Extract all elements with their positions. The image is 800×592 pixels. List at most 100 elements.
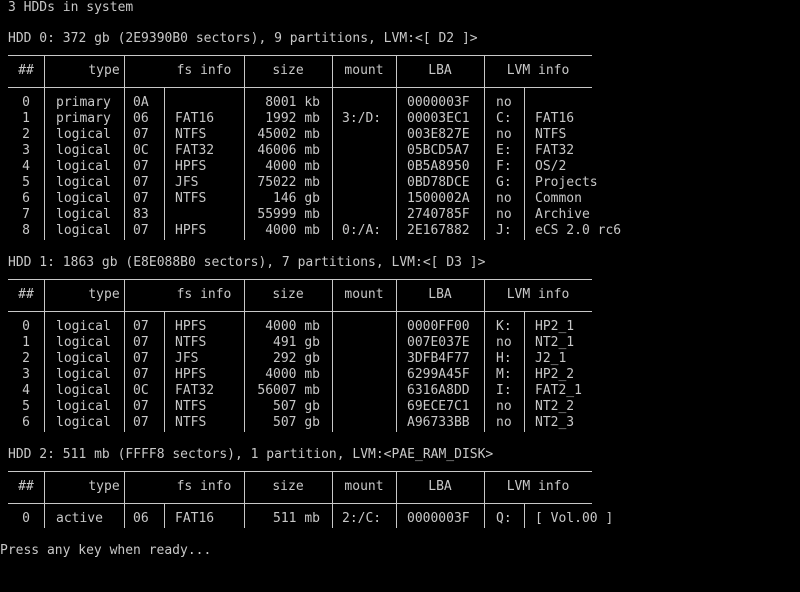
partition-num-cell: 7: [22, 207, 30, 222]
partition-mount-cell: [342, 399, 394, 415]
partition-fs-cell: FAT16: [175, 511, 215, 526]
column-header: LBA: [428, 287, 452, 302]
table-header-border: [8, 503, 592, 504]
partition-code-cell: 07: [133, 351, 149, 366]
column-divider: [524, 88, 525, 240]
column-header: size: [272, 63, 304, 78]
partition-mount-cell: [342, 207, 394, 223]
partition-lvm-cell: [535, 95, 645, 111]
column-header: type: [88, 479, 120, 494]
partition-code-cell: 07: [133, 191, 149, 206]
column-divider: [124, 55, 125, 240]
column-header: size: [272, 287, 304, 302]
partition-fs-cell: FAT32: [175, 383, 215, 398]
partition-fs-cell: HPFS: [175, 223, 207, 238]
column-divider: [396, 55, 397, 240]
partition-lba-cell: 0B5A8950: [407, 159, 470, 174]
partition-lba-cell: 00003EC1: [407, 111, 470, 126]
partition-num-cell: 3: [22, 143, 30, 158]
partition-code-cell: 07: [133, 175, 149, 190]
boot-screen: 3 HDDs in system HDD 0: 372 gb (2E9390B0…: [0, 0, 800, 592]
partition-mount-cell: 2:/C:: [342, 511, 382, 526]
column-divider: [332, 55, 333, 240]
partition-lvm-cell: Common: [535, 191, 582, 206]
partition-size-cell: 146 gb: [273, 191, 320, 206]
press-key-prompt[interactable]: Press any key when ready...: [0, 543, 211, 559]
column-header: fs info: [176, 479, 232, 494]
partition-lba-cell: 0000003F: [407, 95, 470, 110]
partition-lvm-cell: FAT16: [535, 111, 575, 126]
column-header: fs info: [176, 287, 232, 302]
column-header: size: [272, 479, 304, 494]
partition-lvm-cell: NT2_1: [535, 335, 575, 350]
column-header: mount: [344, 63, 384, 78]
partition-fs-cell: HPFS: [175, 159, 207, 174]
partition-lvm-cell: J2_1: [535, 351, 567, 366]
partition-code-cell: 07: [133, 319, 149, 334]
column-header: mount: [344, 287, 384, 302]
column-header: LBA: [428, 479, 452, 494]
partition-lba-cell: 2E167882: [407, 223, 470, 238]
column-divider: [484, 55, 485, 240]
column-header: ##: [18, 479, 34, 494]
partition-lvm-cell: Projects: [535, 175, 598, 190]
partition-mount-cell: [342, 335, 394, 351]
partition-type-cell: logical: [56, 191, 111, 206]
partition-lba-cell: 05BCD5A7: [407, 143, 470, 158]
partition-code-cell: 07: [133, 415, 149, 430]
partition-lba-cell: 6299A45F: [407, 367, 470, 382]
partition-type-cell: logical: [56, 351, 111, 366]
table-top-border: [8, 279, 592, 280]
partition-mount-cell: [342, 95, 394, 111]
partition-num-cell: 6: [22, 415, 30, 430]
partition-size-cell: 4000 mb: [265, 319, 320, 334]
partition-mount-cell: [342, 127, 394, 143]
column-header: ##: [18, 287, 34, 302]
partition-type-cell: logical: [56, 175, 111, 190]
partition-num-cell: 2: [22, 127, 30, 142]
partition-fs-cell: HPFS: [175, 319, 207, 334]
partition-code-cell: 07: [133, 367, 149, 382]
hdd-title: HDD 2: 511 mb (FFFF8 sectors), 1 partiti…: [8, 447, 494, 462]
partition-code-cell: 07: [133, 159, 149, 174]
column-divider: [164, 312, 165, 432]
partition-mount-cell: [342, 319, 394, 335]
partition-code-cell: 06: [133, 511, 149, 526]
partition-type-cell: logical: [56, 415, 111, 430]
partition-lba-cell: 69ECE7C1: [407, 399, 470, 414]
partition-fs-cell: NTFS: [175, 335, 207, 350]
partition-drive-cell: G:: [496, 175, 512, 190]
partition-size-cell: 75022 mb: [257, 175, 320, 190]
column-header: type: [88, 63, 120, 78]
partition-size-cell: 507 gb: [273, 415, 320, 430]
column-header: LVM info: [506, 287, 570, 302]
partition-lvm-cell: HP2_1: [535, 319, 575, 334]
partition-num-cell: 8: [22, 223, 30, 238]
table-header-border: [8, 87, 592, 88]
partition-lvm-cell: OS/2: [535, 159, 567, 174]
partition-lvm-cell: eCS 2.0 rc6: [535, 223, 622, 238]
partition-fs-cell: NTFS: [175, 191, 207, 206]
partition-type-cell: logical: [56, 335, 111, 350]
partition-drive-cell: Q:: [496, 511, 512, 526]
partition-num-cell: 0: [22, 511, 30, 526]
partition-num-cell: 2: [22, 351, 30, 366]
partition-num-cell: 5: [22, 175, 30, 190]
partition-drive-cell: no: [496, 335, 512, 350]
partition-mount-cell: [342, 175, 394, 191]
partition-lvm-cell: NT2_3: [535, 415, 575, 430]
partition-num-cell: 0: [22, 95, 30, 110]
partition-lba-cell: 0BD78DCE: [407, 175, 470, 190]
column-header: mount: [344, 479, 384, 494]
partition-drive-cell: F:: [496, 159, 512, 174]
partition-type-cell: primary: [56, 95, 111, 110]
partition-size-cell: 55999 mb: [257, 207, 320, 222]
partition-fs-cell: NTFS: [175, 415, 207, 430]
partition-code-cell: 06: [133, 111, 149, 126]
partition-lba-cell: 3DFB4F77: [407, 351, 470, 366]
partition-size-cell: 1992 mb: [265, 111, 320, 126]
partition-lba-cell: 2740785F: [407, 207, 470, 222]
partition-num-cell: 0: [22, 319, 30, 334]
partition-lvm-cell: FAT2_1: [535, 383, 582, 398]
table-top-border: [8, 55, 592, 56]
